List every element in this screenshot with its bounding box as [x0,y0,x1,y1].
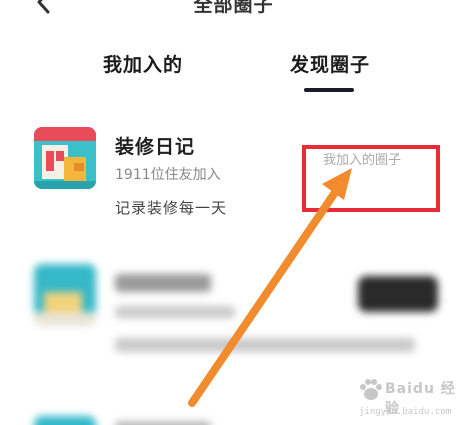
circle-member-count: 1911位住友加入 [115,167,221,183]
baidu-watermark: Baidu 经验 jingyan.baidu.com [355,378,465,423]
top-bar: 全部圈子 [0,0,467,22]
circle-description: 记录装修每一天 [115,199,228,217]
placeholder-bar [115,274,211,292]
join-button-blurred[interactable] [358,276,438,312]
tab-discover[interactable]: 发现圈子 [290,50,370,77]
circle-icon [34,264,96,326]
placeholder-bar [115,306,235,318]
tab-joined[interactable]: 我加入的 [103,50,183,77]
circle-name: 装修日记 [115,136,196,158]
paw-icon [360,379,382,400]
circle-card-blurred[interactable] [0,258,467,368]
highlight-box [302,145,440,212]
page-title: 全部圈子 [193,0,274,16]
placeholder-bar [115,338,415,352]
active-tab-indicator [304,88,354,92]
watermark-url: jingyan.baidu.com [359,407,452,417]
circle-icon [34,416,96,425]
renovation-diary-icon [34,127,96,189]
